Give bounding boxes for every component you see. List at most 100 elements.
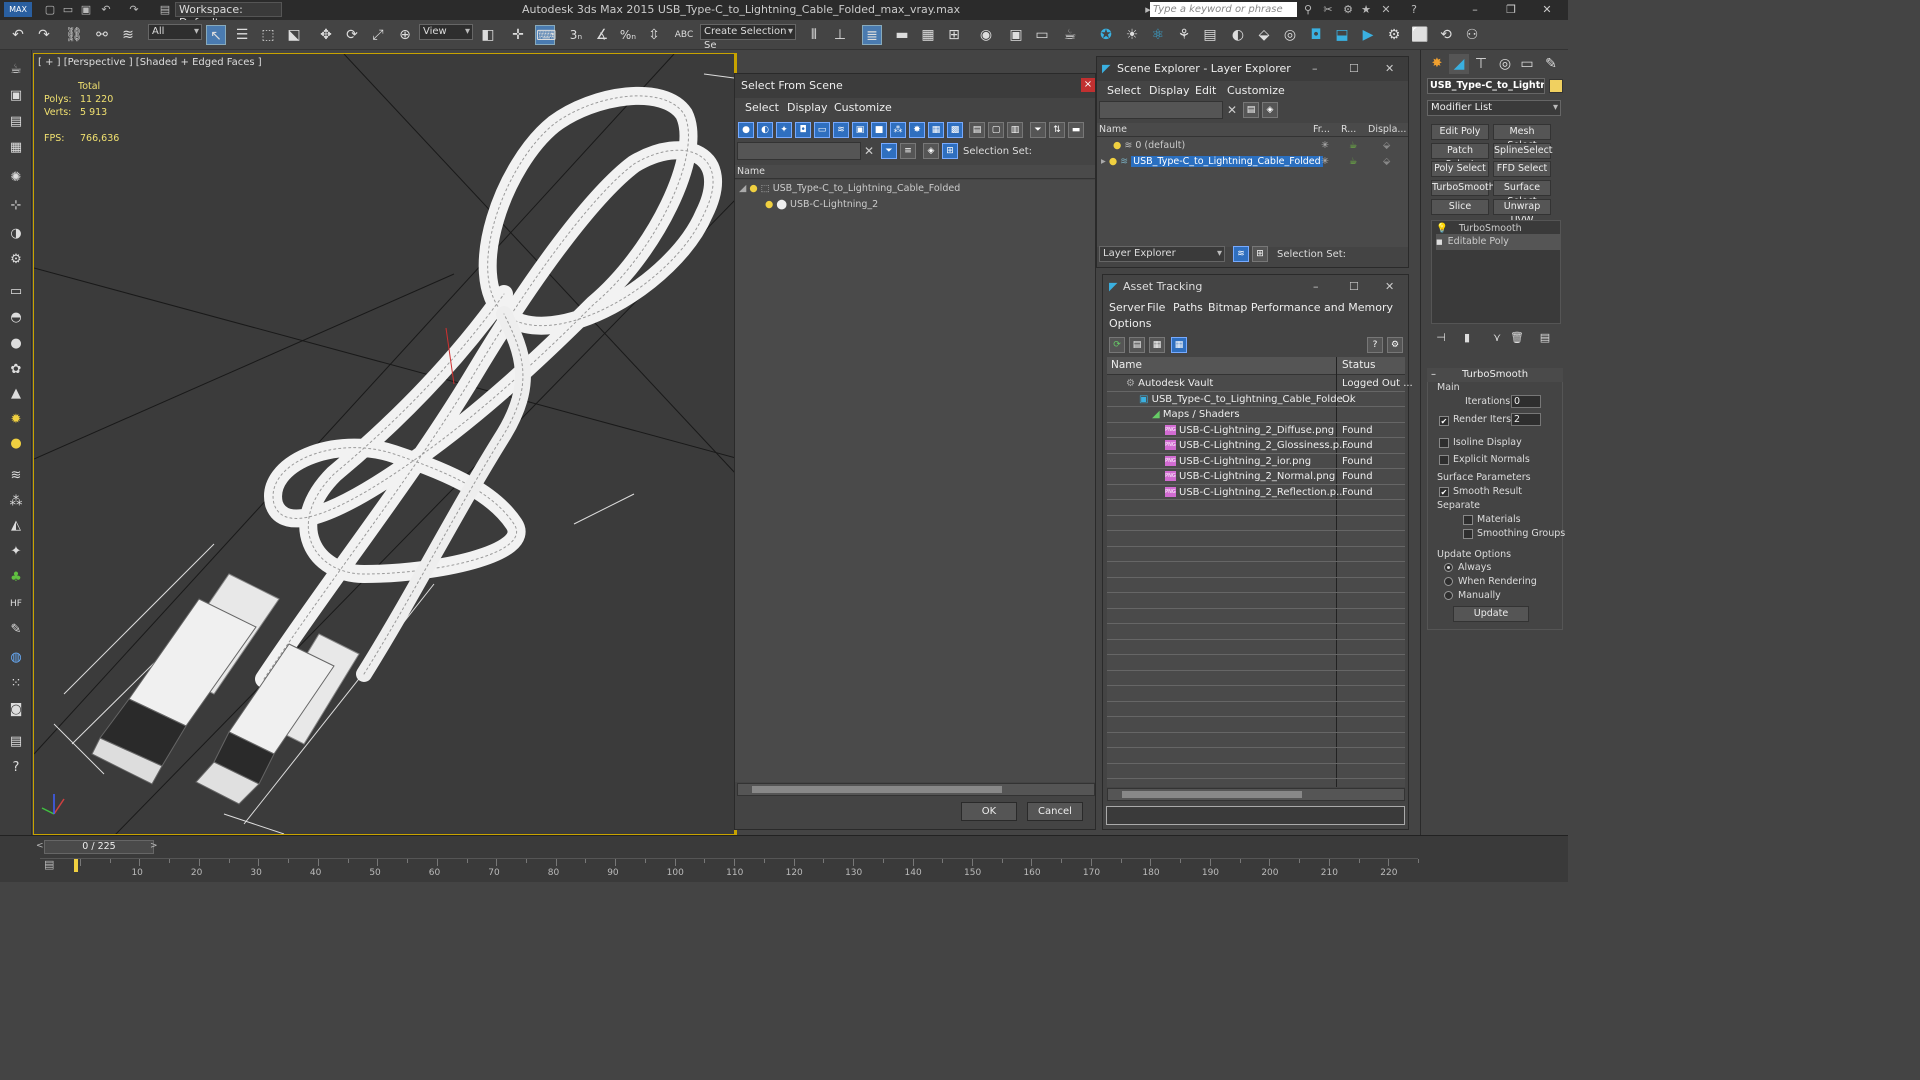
grid-icon[interactable]: ▦ [6, 138, 26, 158]
display-cameras-icon[interactable]: ◘ [795, 122, 811, 138]
menu-customize[interactable]: Customize [834, 101, 892, 114]
close-icon[interactable]: × [1081, 78, 1095, 92]
undo-small-icon[interactable]: ↶ [98, 2, 114, 17]
display-shapes-icon[interactable]: ◐ [757, 122, 773, 138]
link-icon[interactable]: ⛓ [64, 25, 84, 45]
menu-customize[interactable]: Customize [1227, 84, 1285, 97]
display-warps-icon[interactable]: ≋ [833, 122, 849, 138]
restore-button[interactable]: ❐ [1502, 2, 1520, 17]
hierarchy-icon[interactable]: ≡ [900, 143, 916, 159]
move-icon[interactable]: ✥ [316, 25, 336, 45]
utilities-tab-icon[interactable]: ✎ [1541, 54, 1561, 74]
display-hidden-icon[interactable]: ▩ [947, 122, 963, 138]
scrollbar-thumb[interactable] [1122, 791, 1302, 798]
named-selection-set-dropdown[interactable]: Create Selection Se [700, 24, 796, 51]
render-iters-spinner[interactable]: 2 [1511, 413, 1541, 426]
clear-find-icon[interactable]: ✕ [864, 144, 874, 158]
menu-select[interactable]: Select [745, 101, 779, 114]
poly-select-button[interactable]: Poly Select [1431, 161, 1489, 177]
layer-row-cable[interactable]: ▸ ● ≋ USB_Type-C_to_Lightning_Cable_Fold… [1101, 154, 1408, 170]
rectangular-selection-icon[interactable]: ⬚ [258, 25, 278, 45]
cone-icon[interactable]: ▲ [6, 384, 26, 404]
place-icon[interactable]: ⊕ [395, 25, 415, 45]
make-unique-icon[interactable]: ⋎ [1487, 328, 1507, 348]
close-icon[interactable]: ✕ [1385, 275, 1394, 299]
close-search-icon[interactable]: ✕ [1378, 2, 1394, 17]
when-rendering-radio[interactable] [1444, 577, 1453, 586]
display-geometry-icon[interactable]: ● [738, 122, 754, 138]
align-icon[interactable]: ⊥ [830, 25, 850, 45]
vray-frame-icon[interactable]: ⬜ [1410, 25, 1430, 45]
scale-icon[interactable]: ⤢ [368, 25, 388, 45]
create-tab-icon[interactable]: ✸ [1427, 54, 1447, 74]
display-none-icon[interactable]: ▢ [988, 122, 1004, 138]
vray-mesh-export-icon[interactable]: ⬙ [1254, 25, 1274, 45]
curve-editor-icon[interactable]: ▦ [918, 25, 938, 45]
vray-object-icon[interactable]: ◙ [6, 700, 26, 720]
rotate-icon[interactable]: ⟳ [342, 25, 362, 45]
edit-poly-button[interactable]: Edit Poly [1431, 124, 1489, 140]
render-teapot-icon[interactable]: ☕ [1349, 138, 1358, 154]
hierarchy-mode-icon[interactable]: ⊞ [1252, 246, 1268, 262]
clipboard-icon[interactable]: ▤ [6, 732, 26, 752]
maximize-icon[interactable]: ☐ [1349, 57, 1359, 81]
smooth-result-checkbox[interactable]: ✔ [1439, 487, 1449, 497]
manually-radio[interactable] [1444, 591, 1453, 600]
sphere-icon[interactable]: ● [6, 334, 26, 354]
scatter-icon[interactable]: ⁙ [6, 674, 26, 694]
mesh-select-button[interactable]: Mesh Select [1493, 124, 1551, 151]
vault-settings-icon[interactable]: ⚙ [1387, 337, 1403, 353]
skin-icon[interactable]: ◭ [6, 516, 26, 536]
collapse-icon[interactable]: ▬ [1068, 122, 1084, 138]
snaps-toggle-icon[interactable]: 3ₙ [566, 25, 586, 45]
remove-modifier-icon[interactable]: 🗑 [1507, 328, 1527, 348]
asset-row[interactable]: PNG USB-C-Lightning_2_Glossiness.p... Foun… [1107, 438, 1405, 454]
question-icon[interactable]: ? [6, 758, 26, 778]
patch-select-button[interactable]: Patch Select [1431, 143, 1489, 170]
plane-icon[interactable]: ▤ [6, 112, 26, 132]
dome-icon[interactable]: ◓ [6, 308, 26, 328]
layer-mode-icon[interactable]: ≋ [1233, 246, 1249, 262]
ffd-select-button[interactable]: FFD Select [1493, 161, 1551, 177]
slice-button[interactable]: Slice [1431, 199, 1489, 215]
hedra-icon[interactable]: ✿ [6, 360, 26, 380]
time-slider[interactable]: 0 / 225 [44, 840, 154, 854]
helper-icon[interactable]: ⊹ [6, 196, 26, 216]
workspace-dropdown[interactable]: Workspace: Default [175, 2, 282, 29]
close-icon[interactable]: ✕ [1385, 57, 1394, 81]
time-ruler[interactable]: 10 20 30 40 50 60 70 80 90 100 110 120 130 140 150 160 1… [40, 858, 1419, 878]
vray-sun-icon[interactable]: ☀ [1122, 25, 1142, 45]
display-all-icon[interactable]: ▤ [969, 122, 985, 138]
app-menu-icon[interactable]: MAX [4, 2, 32, 17]
tree-node-child[interactable]: ● ⬤ USB-C-Lightning_2 [765, 197, 878, 213]
vray-light-icon[interactable]: ✪ [1096, 25, 1116, 45]
paint-icon[interactable]: ✎ [6, 620, 26, 640]
grid-view-icon[interactable]: ▦ [1171, 337, 1187, 353]
save-file-icon[interactable]: ▣ [78, 2, 94, 17]
object-color-swatch[interactable] [1549, 79, 1563, 93]
add-layer-icon[interactable]: ▤ [1243, 102, 1259, 118]
sort-hierarchy-icon[interactable]: ⊞ [942, 143, 958, 159]
angle-snap-icon[interactable]: ∡ [592, 25, 612, 45]
vray-plane-icon[interactable]: ▤ [1200, 25, 1220, 45]
column-header-name[interactable]: Name [735, 165, 1095, 179]
menu-display[interactable]: Display [1149, 84, 1190, 97]
pivot-center-icon[interactable]: ◧ [478, 25, 498, 45]
redo-small-icon[interactable]: ↷ [126, 2, 142, 17]
vray-sphere-icon[interactable]: ◐ [1228, 25, 1248, 45]
vray-vfb-icon[interactable]: ◎ [1280, 25, 1300, 45]
spline-select-button[interactable]: SplineSelect [1493, 143, 1553, 159]
vray-fur-icon[interactable]: ⚘ [1174, 25, 1194, 45]
list-view-icon[interactable]: ▤ [1129, 337, 1145, 353]
asset-row[interactable]: PNG USB-C-Lightning_2_ior.png Found [1107, 454, 1405, 469]
vray-toolbar-extra-icon[interactable]: ⚇ [1462, 25, 1482, 45]
update-button[interactable]: Update [1453, 606, 1529, 622]
tree-node-root[interactable]: ◢ ● ⬚ USB_Type-C_to_Lightning_Cable_Fold… [739, 181, 960, 197]
always-radio[interactable] [1444, 563, 1453, 572]
redo-icon[interactable]: ↷ [34, 25, 54, 45]
teapot-icon[interactable]: ☕ [6, 60, 26, 80]
help-icon[interactable]: ? [1406, 2, 1422, 17]
select-by-name-icon[interactable]: ☰ [232, 25, 252, 45]
menu-bitmap-performance[interactable]: Bitmap Performance and Memory [1208, 301, 1393, 314]
scrollbar-thumb[interactable] [752, 786, 1002, 793]
